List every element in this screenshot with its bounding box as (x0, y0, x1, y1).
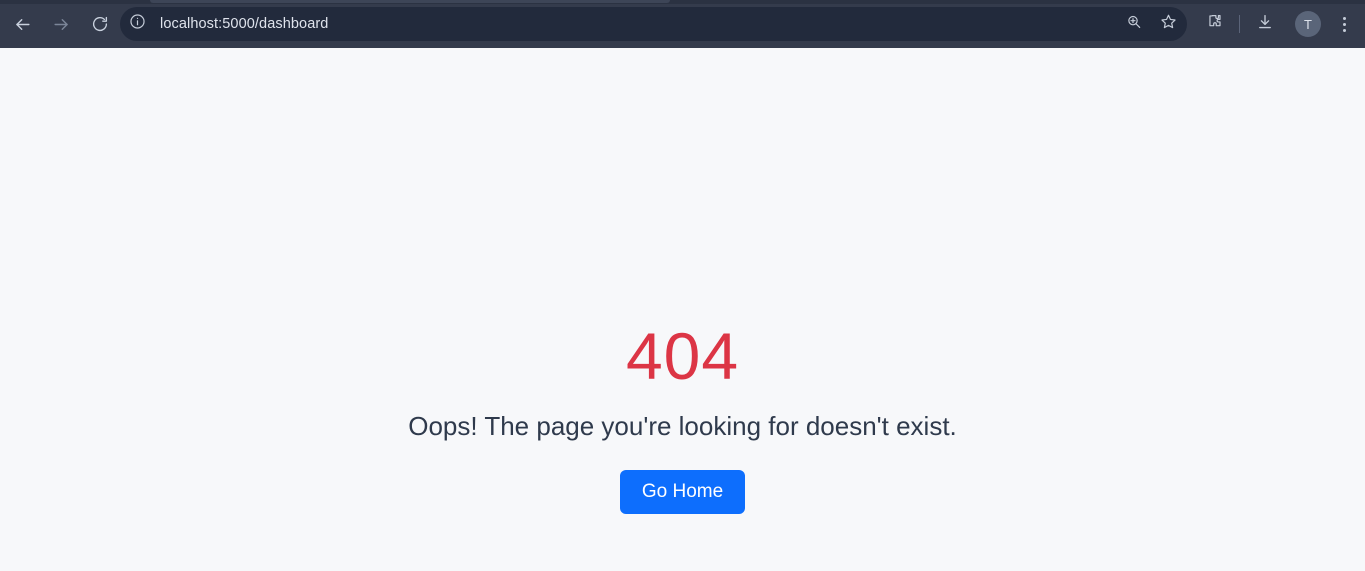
address-bar[interactable]: localhost:5000/dashboard (120, 7, 1187, 41)
active-tab-edge (150, 0, 670, 3)
error-message: Oops! The page you're looking for doesn'… (408, 411, 957, 441)
error-page-content: 404 Oops! The page you're looking for do… (0, 320, 1365, 514)
toolbar-divider (1239, 15, 1240, 33)
toolbar-actions: T (1192, 0, 1365, 48)
forward-button[interactable] (44, 7, 78, 41)
arrow-left-icon (13, 15, 32, 34)
puzzle-piece-icon (1205, 13, 1223, 36)
reload-button[interactable] (83, 7, 117, 41)
chrome-menu-button[interactable] (1331, 9, 1357, 39)
browser-toolbar: localhost:5000/dashboard T (0, 0, 1365, 48)
avatar-initial: T (1304, 16, 1312, 32)
arrow-right-icon (52, 15, 71, 34)
navigation-controls (0, 0, 117, 48)
site-info-button[interactable] (123, 10, 151, 38)
three-dot-menu-icon (1342, 16, 1346, 20)
extensions-button[interactable] (1199, 9, 1229, 39)
bookmark-button[interactable] (1153, 9, 1183, 39)
profile-avatar[interactable]: T (1295, 11, 1321, 37)
error-code: 404 (625, 319, 740, 393)
downloads-button[interactable] (1250, 9, 1280, 39)
info-circle-icon (129, 13, 146, 35)
reload-icon (91, 15, 109, 33)
go-home-button[interactable]: Go Home (619, 470, 746, 514)
download-icon (1256, 13, 1274, 36)
star-icon (1160, 13, 1177, 35)
three-dot-menu-icon (1342, 28, 1346, 32)
url-text[interactable]: localhost:5000/dashboard (160, 16, 1119, 32)
page-viewport: 404 Oops! The page you're looking for do… (0, 48, 1365, 571)
back-button[interactable] (5, 7, 39, 41)
three-dot-menu-icon (1342, 22, 1346, 26)
zoom-magnifier-icon (1126, 14, 1142, 35)
zoom-button[interactable] (1119, 9, 1149, 39)
